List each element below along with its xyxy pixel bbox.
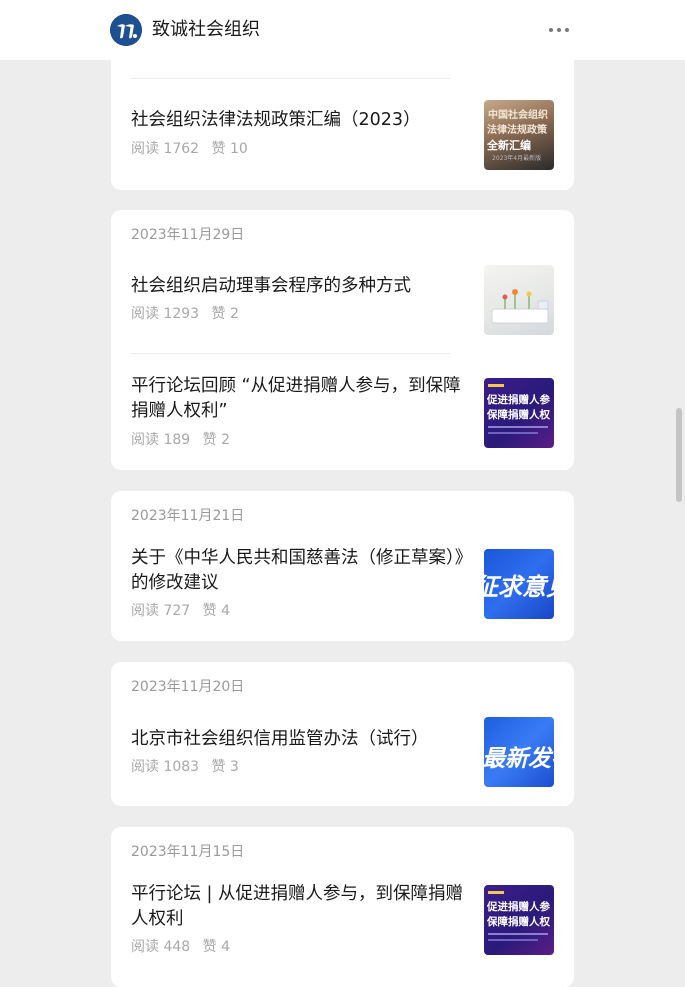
read-label: 阅读 (131, 306, 159, 322)
thumb-text: 全新汇编 (487, 139, 531, 152)
divider (131, 353, 451, 354)
account-logo-icon[interactable] (110, 14, 142, 46)
article-title[interactable]: 社会组织法律法规政策汇编（2023） (131, 108, 467, 133)
thumb-text: 保障捐赠人权 (487, 916, 550, 928)
article-group-card: 2023年11月15日 平行论坛 | 从促进捐赠人参与，到保障捐赠人权利 阅读 … (111, 827, 574, 987)
read-count: 1762 (163, 141, 200, 157)
read-label: 阅读 (131, 603, 159, 619)
more-dots-icon[interactable] (540, 18, 578, 42)
like-label: 赞 (211, 306, 226, 322)
like-count: 10 (230, 141, 248, 157)
article-title[interactable]: 平行论坛回顾 “从促进捐赠人参与，到保障捐赠人权利” (131, 374, 467, 424)
article-item[interactable]: 北京市社会组织信用监管办法（试行） 阅读 1083 赞 3 最新发布 (111, 717, 574, 792)
article-item[interactable]: 平行论坛 | 从促进捐赠人参与，到保障捐赠人权利 阅读 448 赞 4 促进捐赠… (111, 882, 574, 962)
article-stats: 阅读 1083 赞 3 (131, 757, 239, 777)
publish-date: 2023年11月21日 (131, 508, 245, 524)
article-title[interactable]: 关于《中华人民共和国慈善法（修正草案）》的修改建议 (131, 546, 467, 596)
like-label: 赞 (211, 141, 226, 157)
scrollbar-thumb[interactable] (676, 408, 682, 502)
read-label: 阅读 (131, 141, 159, 157)
read-label: 阅读 (131, 432, 159, 448)
article-thumbnail[interactable]: 促进捐赠人参 保障捐赠人权 (484, 378, 554, 448)
article-thumbnail[interactable]: 征求意见 (484, 549, 554, 619)
account-name[interactable]: 致诚社会组织 (152, 17, 260, 43)
like-count: 4 (221, 939, 231, 955)
thumb-text: 保障捐赠人权 (487, 409, 550, 421)
article-group-card: 2023年11月20日 北京市社会组织信用监管办法（试行） 阅读 1083 赞 … (111, 662, 574, 806)
divider (131, 78, 451, 79)
article-title[interactable]: 社会组织启动理事会程序的多种方式 (131, 274, 467, 299)
like-count: 3 (230, 759, 239, 775)
article-thumbnail[interactable]: 促进捐赠人参 保障捐赠人权 (484, 885, 554, 955)
thumb-text: 促进捐赠人参 (487, 901, 550, 913)
read-count: 189 (163, 432, 191, 448)
article-stats: 阅读 189 赞 2 (131, 430, 230, 450)
article-item[interactable]: 社会组织法律法规政策汇编（2023） 阅读 1762 赞 10 中国社会组织 法… (111, 98, 574, 178)
read-count: 727 (163, 603, 191, 619)
thumb-text: 2023年4月最新版 (492, 155, 542, 162)
thumb-text: 促进捐赠人参 (487, 394, 550, 406)
article-group-card: 2023年11月29日 社会组织启动理事会程序的多种方式 阅读 1293 赞 2… (111, 210, 574, 470)
article-stats: 阅读 448 赞 4 (131, 937, 230, 957)
like-label: 赞 (211, 759, 226, 775)
article-item[interactable]: 平行论坛回顾 “从促进捐赠人参与，到保障捐赠人权利” 阅读 189 赞 2 促进… (111, 370, 574, 450)
read-count: 1083 (163, 759, 200, 775)
thumb-text: 中国社会组织 (488, 110, 548, 121)
article-group-card: 2023年11月21日 关于《中华人民共和国慈善法（修正草案）》的修改建议 阅读… (111, 491, 574, 641)
thumb-text: 征求意见 (484, 573, 554, 601)
article-stats: 阅读 1293 赞 2 (131, 304, 239, 324)
like-count: 2 (221, 432, 231, 448)
like-label: 赞 (202, 939, 217, 955)
article-stats: 阅读 1762 赞 10 (131, 139, 248, 159)
article-thumbnail[interactable]: 中国社会组织 法律法规政策 全新汇编 2023年4月最新版 (484, 100, 554, 170)
top-bar: 致诚社会组织 (0, 0, 685, 60)
like-count: 4 (221, 603, 231, 619)
publish-date: 2023年11月20日 (131, 679, 245, 695)
thumb-illustration (491, 289, 549, 324)
thumb-text: 最新发布 (484, 746, 554, 772)
like-label: 赞 (202, 432, 217, 448)
like-label: 赞 (202, 603, 217, 619)
thumb-text: 法律法规政策 (487, 125, 547, 136)
article-thumbnail[interactable] (484, 265, 554, 335)
article-group-card: 社会组织法律法规政策汇编（2023） 阅读 1762 赞 10 中国社会组织 法… (111, 40, 574, 190)
read-label: 阅读 (131, 939, 159, 955)
article-title[interactable]: 北京市社会组织信用监管办法（试行） (131, 727, 467, 752)
like-count: 2 (230, 306, 239, 322)
article-title[interactable]: 平行论坛 | 从促进捐赠人参与，到保障捐赠人权利 (131, 882, 467, 932)
read-count: 448 (163, 939, 191, 955)
publish-date: 2023年11月15日 (131, 844, 245, 860)
article-thumbnail[interactable]: 最新发布 (484, 717, 554, 787)
read-count: 1293 (163, 306, 200, 322)
article-item[interactable]: 社会组织启动理事会程序的多种方式 阅读 1293 赞 2 (111, 265, 574, 335)
read-label: 阅读 (131, 759, 159, 775)
article-item[interactable]: 关于《中华人民共和国慈善法（修正草案）》的修改建议 阅读 727 赞 4 征求意… (111, 546, 574, 626)
article-stats: 阅读 727 赞 4 (131, 601, 230, 621)
publish-date: 2023年11月29日 (131, 227, 245, 243)
